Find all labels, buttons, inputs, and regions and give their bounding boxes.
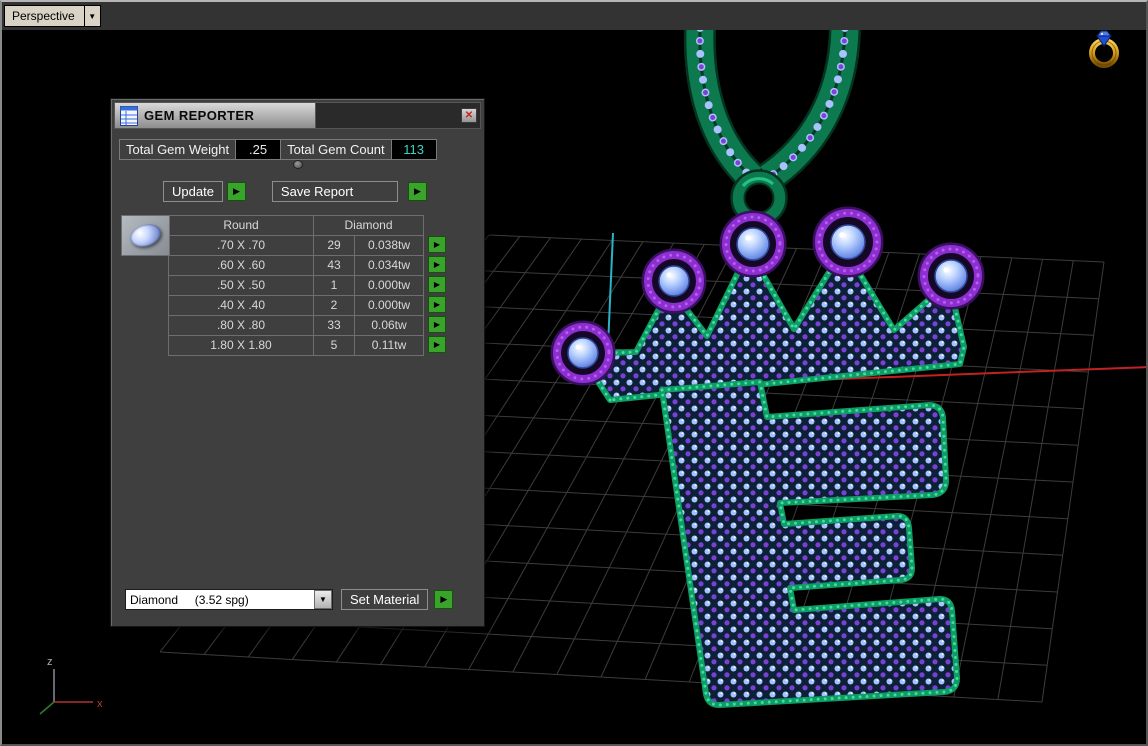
gem-reporter-icon	[120, 105, 138, 126]
total-gem-count-value: 113	[390, 139, 437, 160]
chevron-down-icon[interactable]: ▼	[314, 590, 332, 609]
letter-e-body	[662, 382, 957, 705]
gem-weight-cell: 0.000tw	[354, 275, 424, 296]
dialog-title: GEM REPORTER	[144, 108, 255, 123]
gem-count-cell: 2	[313, 295, 355, 316]
table-row: .50 X .50 1 0.000tw ▶	[168, 275, 446, 296]
gem-size-cell: .80 X .80	[168, 315, 314, 336]
viewport-title-label[interactable]: Perspective	[4, 5, 85, 27]
shape-column-header: Round	[168, 215, 314, 236]
total-gem-count-label: Total Gem Count	[280, 139, 392, 160]
gem-preview-image	[127, 220, 164, 251]
total-gem-weight-value: .25	[235, 139, 282, 160]
table-row: .60 X .60 43 0.034tw ▶	[168, 255, 446, 276]
table-header-row: Round Diamond	[168, 215, 446, 236]
viewport-menu-dropdown-icon[interactable]: ▼	[84, 5, 101, 27]
viewport-title-tab[interactable]: Perspective ▼	[4, 5, 101, 27]
set-material-go-icon[interactable]: ▶	[434, 590, 454, 609]
ring-logo-icon	[1089, 30, 1119, 68]
table-row: 1.80 X 1.80 5 0.11tw ▶	[168, 335, 446, 356]
totals-row: Total Gem Weight .25 Total Gem Count 113	[119, 139, 437, 160]
row-go-icon[interactable]: ▶	[428, 256, 446, 273]
gem-reporter-dialog: GEM REPORTER ✕ Total Gem Weight .25 Tota…	[110, 98, 485, 627]
dialog-titlebar[interactable]: GEM REPORTER ✕	[114, 102, 481, 129]
actions-row: Update ▶ Save Report ▶	[119, 181, 427, 202]
update-button[interactable]: Update	[163, 181, 223, 202]
gem-size-cell: .40 X .40	[168, 295, 314, 316]
material-select[interactable]: Diamond (3.52 spg) ▼	[125, 589, 333, 610]
material-select-value: Diamond (3.52 spg)	[130, 592, 249, 607]
gem-size-cell: .70 X .70	[168, 235, 314, 256]
gem-weight-cell: 0.000tw	[354, 295, 424, 316]
close-icon[interactable]: ✕	[461, 108, 477, 123]
row-go-icon[interactable]: ▶	[428, 316, 446, 333]
gem-count-cell: 29	[313, 235, 355, 256]
axis-indicator: z x	[39, 656, 103, 715]
dialog-titlebar-right: ✕	[316, 102, 481, 129]
material-column-header: Diamond	[313, 215, 424, 236]
table-row: .40 X .40 2 0.000tw ▶	[168, 295, 446, 316]
gem-count-cell: 1	[313, 275, 355, 296]
viewport-top-bar	[2, 2, 1146, 30]
table-row: .80 X .80 33 0.06tw ▶	[168, 315, 446, 336]
set-material-button[interactable]: Set Material	[341, 589, 429, 610]
table-row: .70 X .70 29 0.038tw ▶	[168, 235, 446, 256]
row-go-icon[interactable]: ▶	[428, 296, 446, 313]
dialog-titlebar-left[interactable]: GEM REPORTER	[114, 102, 316, 129]
gem-size-cell: .50 X .50	[168, 275, 314, 296]
app-window: z x Perspective ▼ GEM REPORTER ✕ Total G…	[0, 0, 1148, 746]
panel-collapse-knob[interactable]	[292, 160, 303, 169]
row-go-icon[interactable]: ▶	[428, 276, 446, 293]
save-report-go-icon[interactable]: ▶	[407, 182, 427, 201]
total-gem-weight-label: Total Gem Weight	[119, 139, 237, 160]
gem-thumbnail[interactable]	[121, 215, 170, 256]
gem-weight-cell: 0.038tw	[354, 235, 424, 256]
gem-table: Round Diamond .70 X .70 29 0.038tw ▶ .60…	[121, 215, 446, 356]
gem-size-cell: .60 X .60	[168, 255, 314, 276]
gem-weight-cell: 0.06tw	[354, 315, 424, 336]
gem-weight-cell: 0.11tw	[354, 335, 424, 356]
save-report-button[interactable]: Save Report	[271, 181, 398, 202]
gem-size-cell: 1.80 X 1.80	[168, 335, 314, 356]
gem-weight-cell: 0.034tw	[354, 255, 424, 276]
gem-count-cell: 43	[313, 255, 355, 276]
gem-count-cell: 5	[313, 335, 355, 356]
pendant-model	[550, 2, 985, 705]
row-go-icon[interactable]: ▶	[428, 336, 446, 353]
row-go-icon[interactable]: ▶	[428, 236, 446, 253]
axis-z-label: z	[47, 656, 53, 668]
update-go-icon[interactable]: ▶	[226, 182, 246, 201]
gem-count-cell: 33	[313, 315, 355, 336]
material-row: Diamond (3.52 spg) ▼ Set Material ▶	[125, 589, 454, 610]
axis-x-label: x	[97, 698, 103, 710]
